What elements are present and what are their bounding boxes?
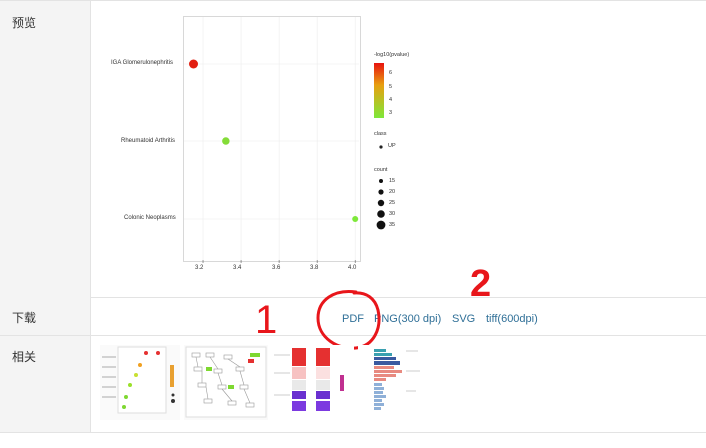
legend-size-tick: 15 [389, 178, 396, 184]
legend-color-tick: 6 [389, 70, 393, 76]
legend-color-tick: 4 [389, 97, 393, 103]
preview-label: 预览 [12, 16, 37, 30]
legend-size-tick: 25 [389, 200, 396, 206]
download-label: 下载 [12, 311, 37, 325]
thumbnail-bubble-chart-icon [102, 346, 175, 414]
legend-class-title: class [374, 131, 387, 137]
related-thumbnail[interactable] [358, 345, 436, 420]
download-label-cell: 下载 [0, 297, 91, 335]
download-svg-link[interactable]: SVG [452, 313, 475, 325]
legend-color-tick: 3 [389, 110, 393, 116]
xtick-label: 3.2 [195, 265, 204, 271]
legend-class-item: UP [388, 143, 396, 149]
thumbnail-pathway-diagram-icon [185, 346, 267, 418]
thumbnail-heatmap-icon [272, 345, 354, 420]
legend-size-tick: 30 [389, 211, 396, 217]
legend-size-title: count [374, 167, 388, 173]
thumbnail-bar-chart-icon [358, 345, 436, 420]
preview-label-cell: 预览 [0, 1, 91, 297]
related-thumbnail[interactable] [272, 345, 354, 420]
xtick-label: 3.6 [272, 265, 281, 271]
legend-colorbar [374, 63, 384, 118]
xtick-label: 3.8 [310, 265, 319, 271]
download-png-link[interactable]: PNG(300 dpi) [374, 313, 441, 325]
plot-panel [183, 16, 361, 262]
related-label: 相关 [12, 350, 37, 364]
legend-color-tick: 5 [389, 84, 393, 90]
legend-size-tick: 35 [389, 222, 396, 228]
related-thumbnail[interactable] [184, 345, 268, 420]
related-thumbnail[interactable] [100, 345, 180, 420]
download-pdf-link[interactable]: PDF [342, 313, 364, 325]
ytick-label: Rheumatoid Arthritis [121, 138, 176, 144]
download-tiff-link[interactable]: tiff(600dpi) [486, 313, 538, 325]
ytick-label: Colonic Neoplasms [124, 215, 176, 221]
related-label-cell: 相关 [0, 336, 91, 432]
xtick-label: 4.0 [348, 265, 357, 271]
ytick-label: IGA Glomerulonephritis [111, 60, 174, 66]
xtick-label: 3.4 [233, 265, 242, 271]
legend-size-tick: 20 [389, 189, 396, 195]
legend-color-title: -log10(pvalue) [374, 52, 410, 58]
